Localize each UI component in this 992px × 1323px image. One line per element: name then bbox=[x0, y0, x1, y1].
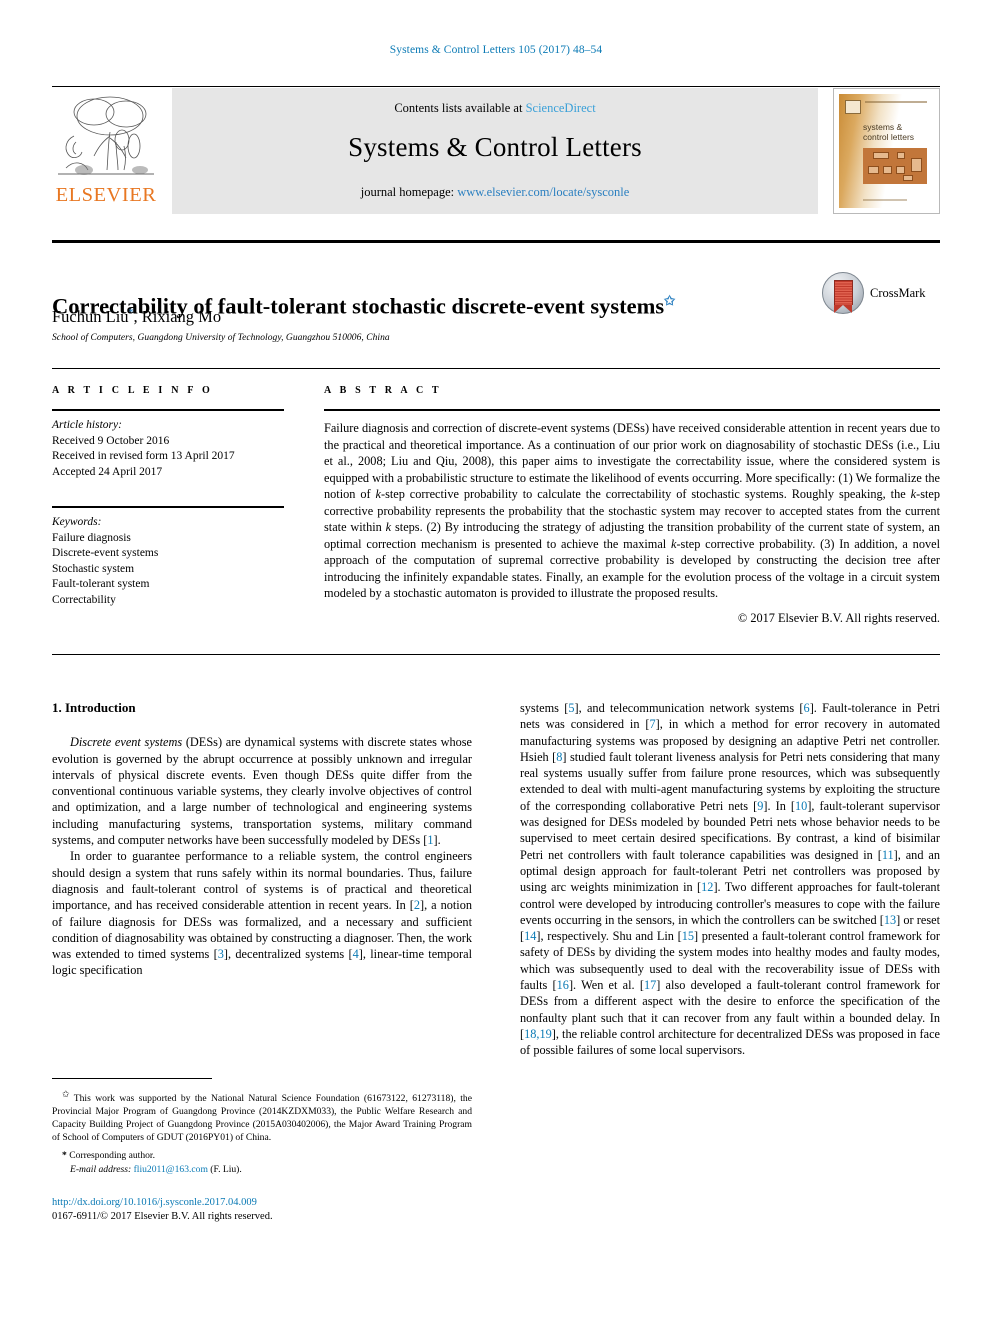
funding-footnote-marker: ✩ bbox=[62, 1089, 70, 1099]
cover-header-text bbox=[865, 101, 927, 103]
intro-p2-a: In order to guarantee performance to a r… bbox=[52, 849, 472, 913]
cover-logo-box bbox=[845, 100, 861, 114]
keywords-label: Keywords: bbox=[52, 516, 102, 528]
section-heading-introduction: 1. Introduction bbox=[52, 700, 136, 715]
article-info-rule bbox=[52, 409, 284, 411]
citation-link[interactable]: 13 bbox=[884, 913, 896, 927]
author-list: Fuchun Liu*, Rixiang Mo bbox=[52, 307, 792, 327]
cover-footer-text bbox=[863, 199, 907, 201]
elsevier-logo: ELSEVIER bbox=[52, 88, 160, 214]
intro-r-m: ]. Wen et al. [ bbox=[568, 978, 644, 993]
masthead-band: Contents lists available at ScienceDirec… bbox=[172, 88, 818, 214]
citation-link[interactable]: 16 bbox=[557, 978, 569, 992]
footnote-block: ✩ This work was supported by the Nationa… bbox=[52, 1088, 472, 1176]
citation-link[interactable]: 19 bbox=[539, 1027, 551, 1041]
contents-prefix: Contents lists available at bbox=[394, 101, 526, 115]
journal-masthead: ELSEVIER Contents lists available at Sci… bbox=[52, 86, 940, 216]
corresponding-author-text: Corresponding author. bbox=[66, 1150, 155, 1162]
email-footnote: E-mail address: fliu2011@163.com (F. Liu… bbox=[52, 1163, 472, 1176]
crossmark-label: CrossMark bbox=[870, 286, 926, 300]
cover-title-line2: control letters bbox=[863, 132, 915, 142]
history-received: Received 9 October 2016 bbox=[52, 434, 170, 447]
history-revised: Received in revised form 13 April 2017 bbox=[52, 450, 235, 462]
intro-r-f: ]. In [ bbox=[763, 798, 796, 813]
intro-paragraph-2: In order to guarantee performance to a r… bbox=[52, 848, 472, 978]
journal-homepage-line: journal homepage: www.elsevier.com/locat… bbox=[172, 185, 818, 200]
issn-copyright-line: 0167-6911/© 2017 Elsevier B.V. All right… bbox=[52, 1211, 273, 1222]
citation-link[interactable]: 12 bbox=[701, 880, 713, 894]
abstract-top-rule bbox=[52, 368, 940, 369]
funding-footnote: ✩ This work was supported by the Nationa… bbox=[52, 1088, 472, 1144]
abstract-rule bbox=[324, 409, 940, 411]
intro-paragraph-1: Discrete event systems (DESs) are dynami… bbox=[52, 734, 472, 848]
crossmark-ribbon-shape bbox=[834, 280, 853, 313]
keyword-item: Correctability bbox=[52, 593, 116, 606]
running-head: Systems & Control Letters 105 (2017) 48–… bbox=[389, 44, 603, 56]
intro-paragraph-2-continued: systems [5], and telecommunication netwo… bbox=[520, 700, 940, 1059]
abstract-copyright: © 2017 Elsevier B.V. All rights reserved… bbox=[737, 610, 940, 625]
citation-link[interactable]: 11 bbox=[882, 848, 894, 862]
abstract-block: A B S T R A C T Failure diagnosis and co… bbox=[324, 385, 940, 626]
intro-r-o: ], the reliable control architecture for… bbox=[520, 1026, 940, 1058]
keyword-item: Failure diagnosis bbox=[52, 531, 131, 544]
doi-link[interactable]: http://dx.doi.org/10.1016/j.sysconle.201… bbox=[52, 1196, 472, 1210]
intro-p1-tail: ]. bbox=[433, 833, 441, 848]
abstract-body: Failure diagnosis and correction of disc… bbox=[324, 420, 940, 602]
contents-available-line: Contents lists available at ScienceDirec… bbox=[172, 101, 818, 116]
intro-r-a: systems [ bbox=[520, 701, 569, 715]
body-column-right: systems [5], and telecommunication netwo… bbox=[520, 700, 940, 1059]
elsevier-tree-icon bbox=[54, 90, 158, 184]
email-link[interactable]: fliu2011@163.com bbox=[134, 1164, 208, 1175]
cover-title-line1: systems & bbox=[863, 122, 903, 132]
corresponding-author-footnote: * Corresponding author. bbox=[52, 1149, 472, 1162]
article-history-label: Article history: bbox=[52, 419, 122, 431]
citation-link[interactable]: 18 bbox=[524, 1027, 536, 1041]
masthead-top-rule bbox=[52, 86, 940, 87]
citation-link[interactable]: 10 bbox=[795, 799, 807, 813]
paper-page: Systems & Control Letters 105 (2017) 48–… bbox=[0, 0, 992, 1323]
publication-footer: http://dx.doi.org/10.1016/j.sysconle.201… bbox=[52, 1196, 472, 1224]
history-accepted: Accepted 24 April 2017 bbox=[52, 465, 163, 478]
intro-r-b: ], and telecommunication network systems… bbox=[574, 701, 804, 715]
elsevier-wordmark: ELSEVIER bbox=[55, 184, 157, 206]
abstract-bottom-rule bbox=[52, 654, 940, 655]
intro-p2-c: ], decentralized systems [ bbox=[223, 947, 353, 962]
homepage-link[interactable]: www.elsevier.com/locate/sysconle bbox=[457, 185, 629, 199]
cover-block-diagram bbox=[863, 148, 927, 184]
homepage-prefix: journal homepage: bbox=[360, 185, 458, 199]
body-column-left: 1. Introduction Discrete event systems (… bbox=[52, 700, 472, 979]
author-first: Fuchun Liu bbox=[52, 307, 129, 326]
abstract-heading: A B S T R A C T bbox=[324, 385, 442, 396]
author-second: , Rixiang Mo bbox=[133, 307, 222, 326]
email-label: E-mail address: bbox=[70, 1164, 132, 1176]
keywords-rule bbox=[52, 506, 284, 508]
intro-p1-rest: (DESs) are dynamical systems with discre… bbox=[52, 735, 472, 848]
intro-p1-italic: Discrete event systems bbox=[70, 735, 183, 750]
funding-footnote-text: This work was supported by the National … bbox=[52, 1093, 472, 1144]
keyword-item: Discrete-event systems bbox=[52, 547, 159, 559]
citation-link[interactable]: 14 bbox=[524, 929, 536, 943]
intro-r-k: ], respectively. Shu and Lin [ bbox=[536, 929, 682, 944]
article-info-block: A R T I C L E I N F O Article history: R… bbox=[52, 385, 300, 608]
title-footnote-marker: ✩ bbox=[664, 293, 676, 309]
journal-cover-thumbnail: systems & control letters bbox=[833, 88, 940, 214]
citation-link[interactable]: 17 bbox=[644, 978, 656, 992]
keyword-item: Fault-tolerant system bbox=[52, 578, 150, 590]
crossmark-badge[interactable]: CrossMark bbox=[822, 270, 942, 316]
crossmark-icon bbox=[822, 272, 864, 314]
cover-journal-title: systems & control letters bbox=[863, 122, 914, 142]
citation-link[interactable]: 15 bbox=[682, 929, 694, 943]
footnote-separator-rule bbox=[52, 1078, 212, 1079]
cover-art: systems & control letters bbox=[839, 94, 934, 208]
keyword-item: Stochastic system bbox=[52, 562, 135, 575]
article-info-heading: A R T I C L E I N F O bbox=[52, 385, 213, 396]
journal-title: Systems & Control Letters bbox=[348, 132, 642, 162]
abstract-part-2: -step corrective probability to calculat… bbox=[380, 487, 911, 501]
affiliation: School of Computers, Guangdong Universit… bbox=[52, 333, 390, 343]
title-separator-rule bbox=[52, 240, 940, 243]
sciencedirect-link[interactable]: ScienceDirect bbox=[526, 101, 596, 115]
email-suffix: (F. Liu). bbox=[207, 1164, 242, 1176]
